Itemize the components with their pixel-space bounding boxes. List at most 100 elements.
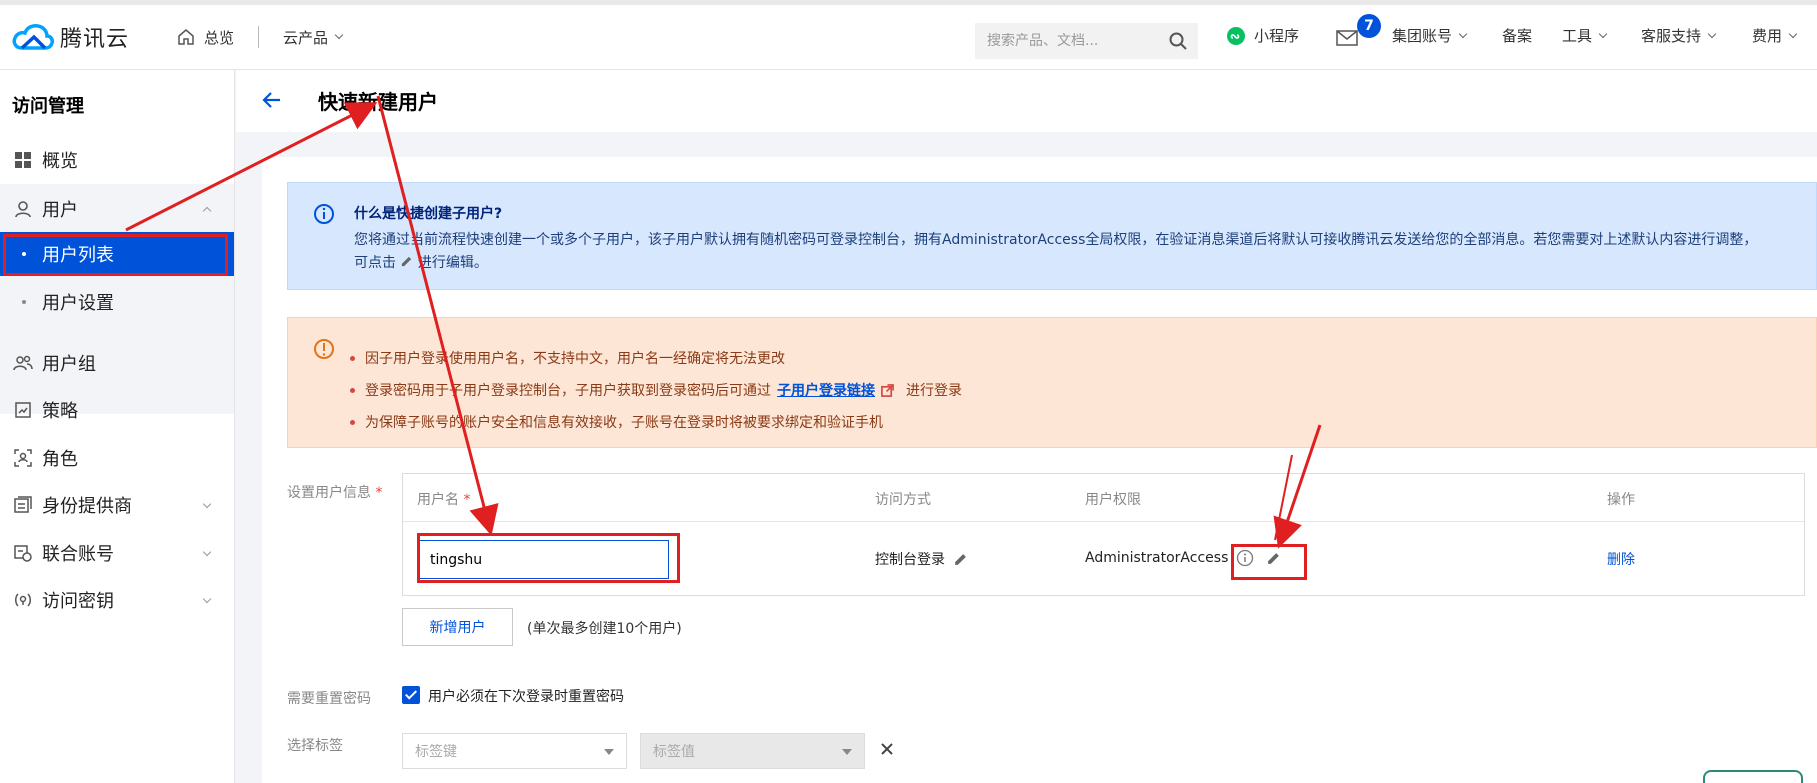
warning-text: 进行登录 xyxy=(906,383,962,399)
tools-menu[interactable]: 工具 xyxy=(1562,25,1608,46)
tools-label: 工具 xyxy=(1562,27,1593,45)
grid-icon xyxy=(12,149,34,171)
warning-item: 因子用户登录使用用户名，不支持中文，用户名一经确定将无法更改 xyxy=(350,342,962,374)
policy-icon xyxy=(12,399,34,421)
cloud-products-menu[interactable]: 云产品 xyxy=(283,27,344,48)
edit-icon xyxy=(402,256,412,267)
sidebar-item-label: 身份提供商 xyxy=(42,496,132,517)
reset-password-checkbox-label[interactable]: 用户必须在下次登录时重置密码 xyxy=(428,686,624,706)
support-label: 客服支持 xyxy=(1641,27,1702,45)
chevron-down-icon xyxy=(1598,29,1608,38)
filing-label: 备案 xyxy=(1502,27,1533,45)
tag-key-select[interactable]: 标签键 xyxy=(402,733,627,769)
chevron-down-icon xyxy=(1707,29,1717,38)
required-mark: * xyxy=(463,492,471,508)
sidebar-item-label: 用户 xyxy=(42,200,78,221)
tag-value-placeholder: 标签值 xyxy=(653,744,695,760)
add-user-hint: (单次最多创建10个用户) xyxy=(527,621,682,637)
col-permission: 用户权限 xyxy=(1085,492,1141,508)
sidebar-item-user-settings[interactable]: 用户设置 xyxy=(0,280,234,324)
mini-program-link[interactable]: 小程序 xyxy=(1226,25,1299,46)
logo-text: 腾讯云 xyxy=(60,27,130,52)
page-header: 快速新建用户 xyxy=(236,70,1817,132)
annotation-box-permission-edit xyxy=(1231,544,1307,580)
divider xyxy=(258,26,260,48)
warning-item: 为保障子账号的账户安全和信息有效接收，子账号在登录时将被要求绑定和验证手机 xyxy=(350,406,962,438)
bullet xyxy=(22,300,26,304)
sidebar-item-label: 角色 xyxy=(42,449,78,470)
floating-help-button[interactable] xyxy=(1703,770,1803,783)
close-icon[interactable] xyxy=(880,742,894,756)
annotation-box-username xyxy=(417,533,680,583)
group-account-label: 集团账号 xyxy=(1392,27,1453,45)
overview-nav[interactable]: 总览 xyxy=(176,27,234,48)
identity-provider-icon xyxy=(12,494,34,516)
info-text: 您将通过当前流程快速创建一个或多个子用户，该子用户默认拥有随机密码可登录控制台，… xyxy=(354,229,1764,275)
col-username: 用户名 * xyxy=(417,489,470,509)
sidebar-item-access-keys[interactable]: 访问密钥 xyxy=(0,578,234,622)
user-group-icon xyxy=(12,352,34,374)
back-arrow-icon[interactable] xyxy=(260,88,284,112)
required-mark: * xyxy=(375,485,383,501)
sidebar-item-user-groups[interactable]: 用户组 xyxy=(0,341,234,385)
sidebar-item-label: 用户组 xyxy=(42,354,96,375)
col-username-text: 用户名 xyxy=(417,492,459,508)
annotation-box-user-list xyxy=(3,234,228,276)
external-link-icon[interactable] xyxy=(881,383,894,397)
table-header: 用户名 * 访问方式 用户权限 操作 xyxy=(403,474,1804,522)
warning-list: 因子用户登录使用用户名，不支持中文，用户名一经确定将无法更改 登录密码用于子用户… xyxy=(350,342,962,438)
search-input[interactable] xyxy=(987,33,1162,49)
chevron-up-icon xyxy=(202,206,212,216)
federated-account-icon xyxy=(12,542,34,564)
tag-key-placeholder: 标签键 xyxy=(415,744,457,760)
mail-icon xyxy=(1336,30,1358,46)
edit-icon[interactable] xyxy=(953,552,968,567)
chevron-down-icon xyxy=(202,499,212,509)
billing-menu[interactable]: 费用 xyxy=(1752,25,1798,46)
reset-password-checkbox[interactable] xyxy=(402,686,420,704)
caret-down-icon xyxy=(842,749,852,755)
chevron-down-icon xyxy=(202,547,212,557)
support-menu[interactable]: 客服支持 xyxy=(1641,25,1717,46)
info-icon xyxy=(314,204,334,224)
sidebar-item-federated-accounts[interactable]: 联合账号 xyxy=(0,531,234,575)
sidebar-item-users[interactable]: 用户 xyxy=(0,187,234,231)
overview-label: 总览 xyxy=(204,28,235,47)
info-alert: 什么是快捷创建子用户? 您将通过当前流程快速创建一个或多个子用户，该子用户默认拥… xyxy=(287,182,1817,290)
top-bar: 腾讯云 总览 云产品 小程序 7 集团账号 备案 工具 客服支持 费用 xyxy=(0,0,1817,70)
info-title: 什么是快捷创建子用户? xyxy=(354,206,503,222)
home-icon xyxy=(178,29,194,45)
access-method-value: 控制台登录 xyxy=(875,552,945,568)
permission-value: AdministratorAccess xyxy=(1085,550,1229,566)
user-info-label: 设置用户信息 * xyxy=(287,482,382,502)
user-icon xyxy=(12,198,34,220)
delete-link[interactable]: 删除 xyxy=(1607,549,1635,569)
sidebar-item-policies[interactable]: 策略 xyxy=(0,388,234,432)
search-icon[interactable] xyxy=(1168,31,1188,51)
tag-label: 选择标签 xyxy=(287,738,343,754)
access-method-cell: 控制台登录 xyxy=(875,549,968,569)
mini-program-icon xyxy=(1227,26,1245,45)
add-user-button[interactable]: 新增用户 xyxy=(402,608,513,646)
chevron-down-icon xyxy=(1788,29,1798,38)
sidebar-title: 访问管理 xyxy=(12,96,84,117)
sidebar-item-identity-providers[interactable]: 身份提供商 xyxy=(0,483,234,527)
messages-button[interactable] xyxy=(1336,30,1358,50)
tag-value-select[interactable]: 标签值 xyxy=(640,733,865,769)
sidebar-item-overview[interactable]: 概览 xyxy=(0,138,234,182)
group-account-menu[interactable]: 集团账号 xyxy=(1392,25,1468,46)
sub-user-login-link[interactable]: 子用户登录链接 xyxy=(777,380,875,400)
warning-text: 因子用户登录使用用户名，不支持中文，用户名一经确定将无法更改 xyxy=(365,351,785,367)
role-icon xyxy=(12,447,34,469)
sidebar: 访问管理 概览 用户 用户列表 用户设置 用户组 策略 角色 身份提供商 联合账… xyxy=(0,70,235,783)
page-title: 快速新建用户 xyxy=(318,90,438,114)
message-count-badge[interactable]: 7 xyxy=(1357,14,1381,38)
filing-link[interactable]: 备案 xyxy=(1502,25,1532,46)
reset-password-label: 需要重置密码 xyxy=(287,691,371,707)
tencent-cloud-logo[interactable]: 腾讯云 xyxy=(12,21,152,53)
sidebar-item-label: 用户设置 xyxy=(42,293,114,314)
sidebar-item-label: 访问密钥 xyxy=(42,591,114,612)
search-box[interactable] xyxy=(975,23,1198,59)
sidebar-item-roles[interactable]: 角色 xyxy=(0,436,234,480)
caret-down-icon xyxy=(604,749,614,755)
